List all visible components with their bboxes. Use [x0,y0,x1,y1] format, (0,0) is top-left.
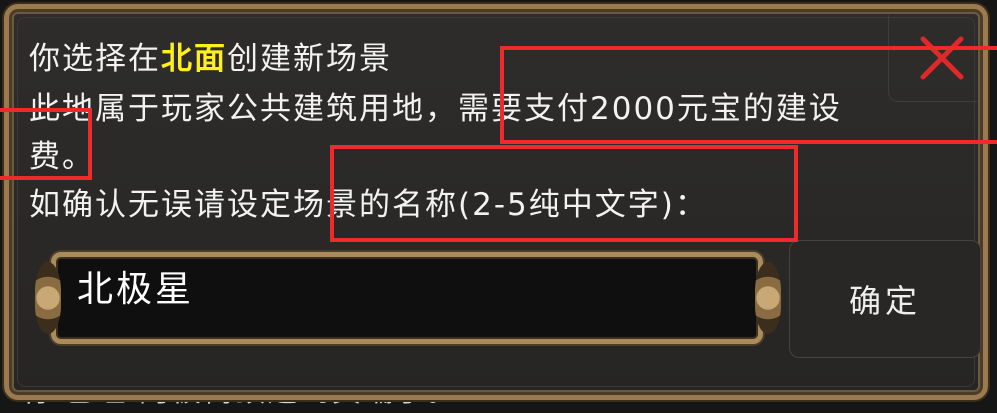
annotation-box-cost [500,46,997,144]
annotation-box-fee [0,108,92,180]
message-prefix: 你选择在 [29,41,161,77]
frame-ornament-right [755,262,781,334]
frame-ornament-left [35,262,61,334]
message-suffix: 创建新场景 [227,41,392,77]
scene-name-value[interactable]: 北极星 [77,262,194,318]
game-screen: 有 已经 阿被树顶迅到员端了。 你选择在北面创建新场景 此地属于玩家公共建筑用地… [0,0,997,413]
message-line-1: 你选择在北面创建新场景 [29,39,392,79]
direction-highlight: 北面 [161,41,227,77]
confirm-button[interactable]: 确定 [789,240,981,358]
annotation-box-name-rule [330,145,798,242]
scene-name-field[interactable]: 北极星 [33,244,783,354]
